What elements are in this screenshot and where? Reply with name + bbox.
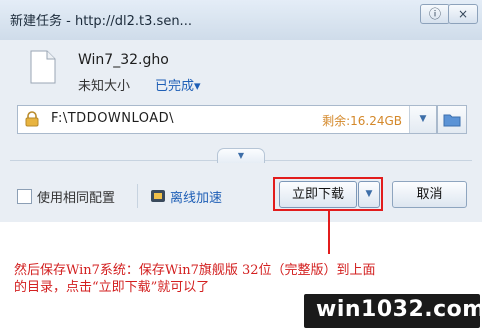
watermark: win1032.com xyxy=(304,294,482,328)
save-path-text: F:\TDDOWNLOAD\ xyxy=(51,111,175,126)
cancel-button[interactable]: 取消 xyxy=(392,181,467,208)
window-title: 新建任务 - http://dl2.t3.sen... xyxy=(10,14,192,29)
download-options-dropdown[interactable]: ▼ xyxy=(358,181,380,208)
free-space-label: 剩余:16.24GB xyxy=(322,114,402,128)
file-status-dropdown[interactable]: 已完成▾ xyxy=(155,75,201,94)
lock-icon xyxy=(25,111,39,127)
annotation-text: 然后保存Win7系统：保存Win7旗舰版 32位（完整版）到上面 的目录，点击“… xyxy=(14,262,464,296)
same-config-checkbox[interactable] xyxy=(17,189,32,204)
same-config-label[interactable]: 使用相同配置 xyxy=(37,187,115,206)
offline-speed-icon xyxy=(151,190,165,202)
file-name: Win7_32.gho xyxy=(78,52,169,68)
path-history-dropdown[interactable]: ▼ xyxy=(409,106,436,133)
chevron-down-icon: ▼ xyxy=(419,114,427,124)
file-icon xyxy=(30,50,56,84)
help-button[interactable]: ⓘ xyxy=(420,4,450,24)
chevron-down-icon: ▾ xyxy=(194,79,201,94)
file-size: 未知大小 xyxy=(78,79,131,94)
chevron-down-icon: ▼ xyxy=(365,189,373,199)
file-status-label: 已完成 xyxy=(155,79,195,94)
expand-options-button[interactable]: ▼ xyxy=(217,148,265,163)
close-button[interactable]: × xyxy=(448,4,478,24)
download-now-button[interactable]: 立即下载 xyxy=(279,181,357,208)
pointer-line xyxy=(328,211,330,254)
divider xyxy=(137,184,138,208)
annotation-line-1: 然后保存Win7系统：保存Win7旗舰版 32位（完整版）到上面 xyxy=(14,263,376,278)
chevron-down-icon: ▼ xyxy=(237,151,245,160)
close-icon: × xyxy=(457,7,469,21)
offline-speed-link[interactable]: 离线加速 xyxy=(170,187,222,206)
title-bar: 新建任务 - http://dl2.t3.sen... ⓘ × xyxy=(0,0,482,40)
help-icon: ⓘ xyxy=(428,7,441,21)
folder-icon xyxy=(443,114,461,127)
watermark-text: win1032.com xyxy=(316,297,482,322)
save-path-field[interactable]: F:\TDDOWNLOAD\ 剩余:16.24GB ▼ xyxy=(17,105,437,134)
browse-folder-button[interactable] xyxy=(437,105,467,134)
